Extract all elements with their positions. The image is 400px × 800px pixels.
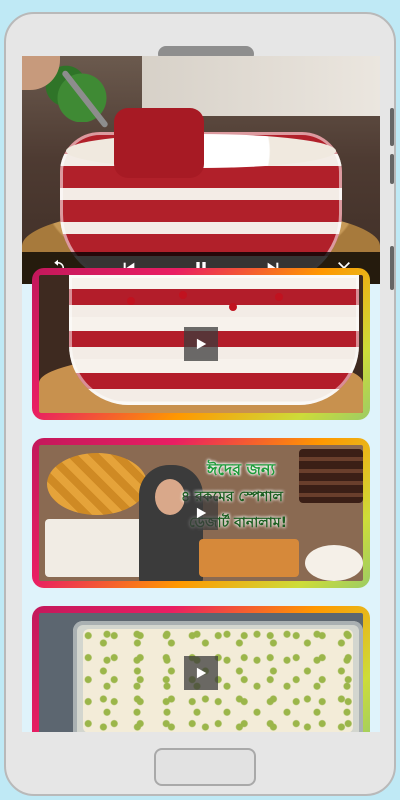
video-frame-cake bbox=[114, 108, 204, 178]
video-card-eid-desserts[interactable]: ঈদের জন্য ৪ রকমের স্পেশাল ডেজার্ট বানালা… bbox=[32, 438, 370, 588]
play-icon[interactable] bbox=[184, 496, 218, 530]
thumbnail-berry bbox=[229, 303, 237, 311]
thumbnail-berry bbox=[275, 293, 283, 301]
video-thumbnail: ঈদের জন্য ৪ রকমের স্পেশাল ডেজার্ট বানালা… bbox=[39, 445, 363, 581]
play-icon[interactable] bbox=[184, 327, 218, 361]
thumbnail-dessert-tray bbox=[45, 519, 143, 577]
thumbnail-berry bbox=[127, 297, 135, 305]
video-thumbnail bbox=[39, 613, 363, 732]
video-player[interactable] bbox=[22, 56, 380, 284]
thumbnail-pistachio-topping bbox=[83, 629, 353, 732]
thumbnail-plated-dessert bbox=[305, 545, 363, 581]
phone-screen: ঈদের জন্য ৪ রকমের স্পেশাল ডেজার্ট বানালা… bbox=[22, 56, 380, 732]
thumbnail-chocolate-cake bbox=[299, 449, 363, 503]
phone-side-button bbox=[390, 246, 394, 290]
video-thumbnail bbox=[39, 275, 363, 413]
video-card-pistachio-dessert[interactable] bbox=[32, 606, 370, 732]
thumbnail-berry bbox=[179, 291, 187, 299]
video-frame-wall bbox=[142, 56, 380, 116]
video-card-red-velvet[interactable] bbox=[32, 268, 370, 420]
phone-side-button bbox=[390, 154, 394, 184]
home-button[interactable] bbox=[154, 748, 256, 786]
thumbnail-baklava bbox=[47, 453, 147, 515]
phone-side-button bbox=[390, 108, 394, 146]
thumbnail-pudding bbox=[199, 539, 299, 577]
play-icon[interactable] bbox=[184, 656, 218, 690]
thumbnail-title-line1: ঈদের জন্য bbox=[207, 460, 276, 479]
